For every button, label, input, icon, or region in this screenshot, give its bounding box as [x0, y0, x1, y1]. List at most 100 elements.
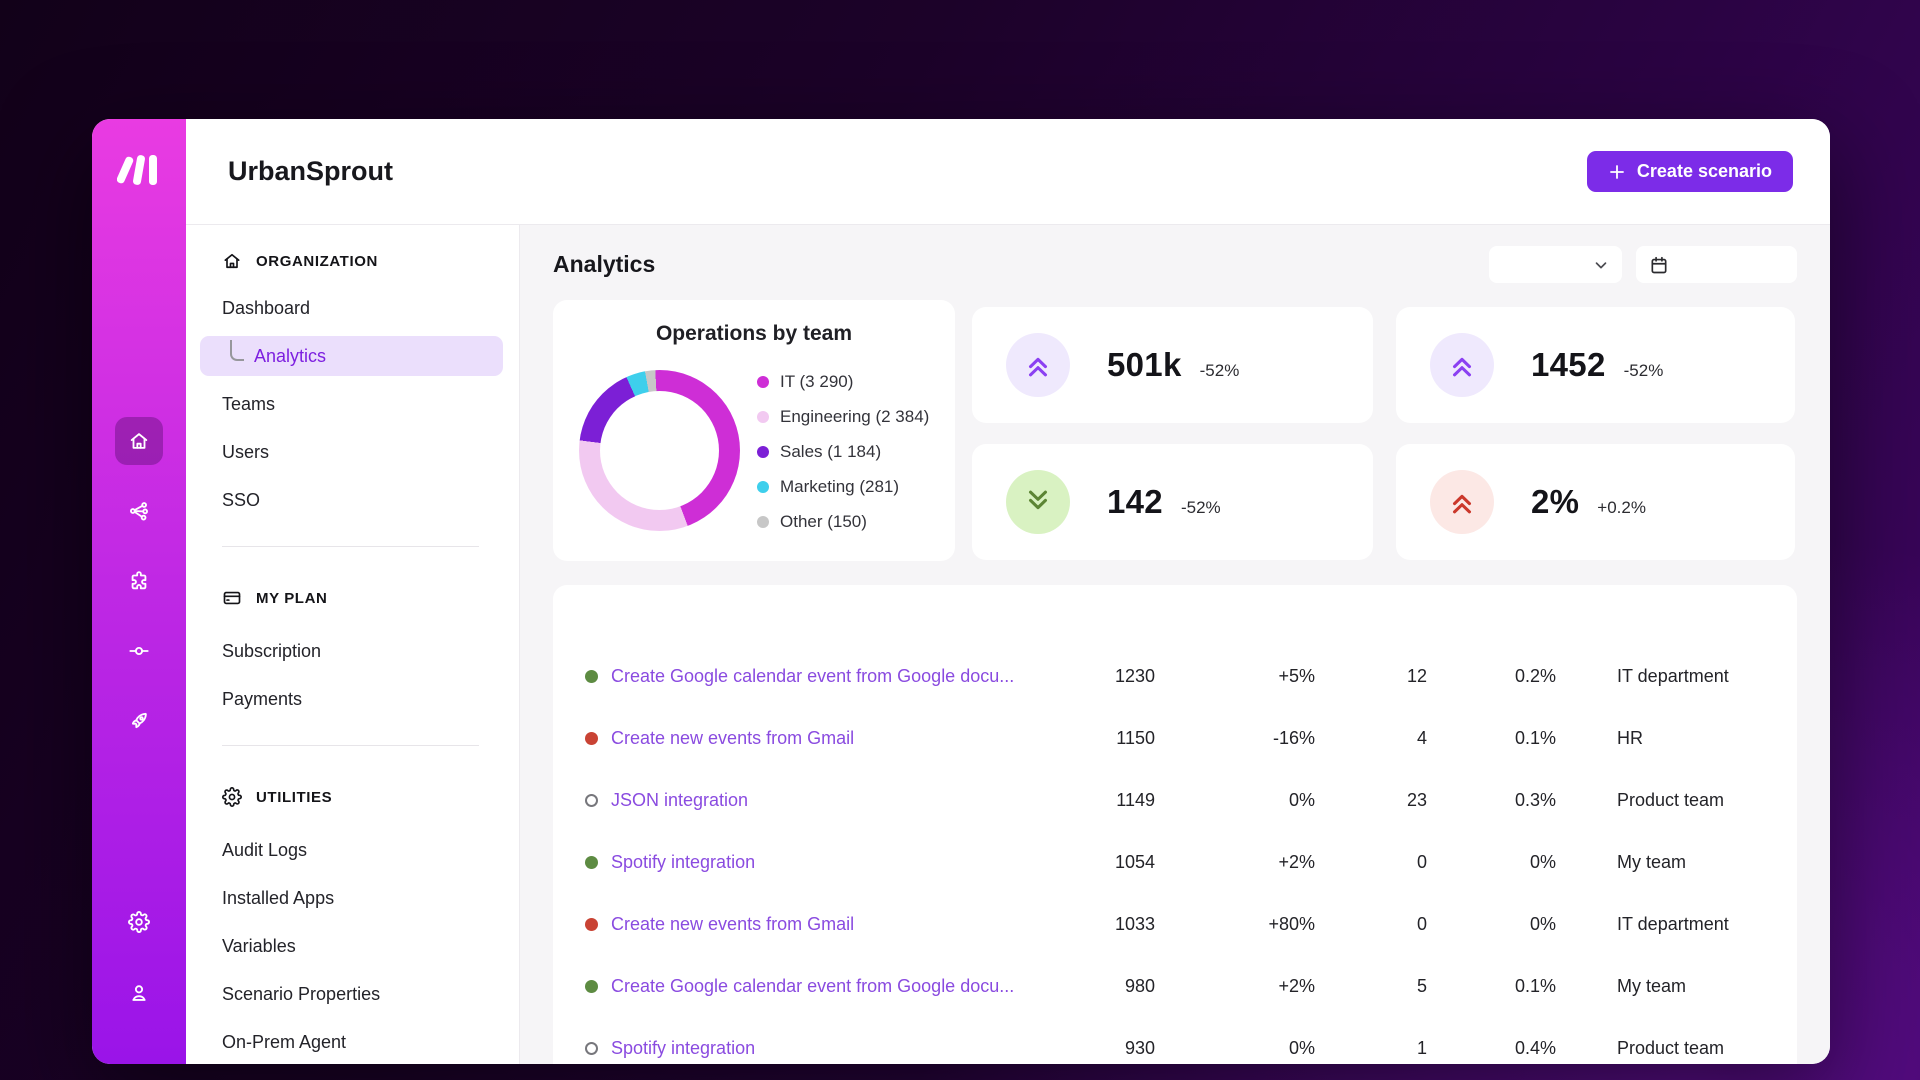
stat-value: 1452: [1531, 346, 1606, 384]
errors-cell: 1: [1315, 1038, 1427, 1059]
team-cell: HR: [1556, 728, 1797, 749]
stat-change: -52%: [1624, 361, 1664, 381]
scenario-link[interactable]: Spotify integration: [611, 1038, 755, 1059]
legend-label: Other (150): [780, 512, 867, 532]
sidebar-item-teams[interactable]: Teams: [222, 380, 519, 428]
divider: [222, 546, 479, 547]
table-row: Create Google calendar event from Google…: [553, 645, 1797, 707]
team-cell: Product team: [1556, 790, 1797, 811]
rail-commit-icon[interactable]: [119, 631, 159, 671]
error-rate-cell: 0.2%: [1427, 666, 1556, 687]
errors-cell: 4: [1315, 728, 1427, 749]
page-title: Analytics: [553, 251, 655, 278]
stat-change: -52%: [1181, 498, 1221, 518]
stat-card-error-rate: 2% +0.2%: [1396, 444, 1795, 560]
stat-value: 501k: [1107, 346, 1182, 384]
rail-share-nodes-icon[interactable]: [119, 491, 159, 531]
legend-item: Sales (1 184): [757, 434, 929, 469]
stat-value: 142: [1107, 483, 1163, 521]
chevrons-up-icon: [1430, 470, 1494, 534]
change-cell: +2%: [1155, 976, 1315, 997]
errors-cell: 0: [1315, 852, 1427, 873]
donut-chart: [579, 370, 740, 531]
stat-card-active-scenarios: 1452 -52%: [1396, 307, 1795, 423]
team-cell: My team: [1556, 852, 1797, 873]
scenario-link[interactable]: Create new events from Gmail: [611, 728, 854, 749]
tree-connector: [230, 340, 244, 361]
legend-label: Engineering (2 384): [780, 407, 929, 427]
team-cell: Product team: [1556, 1038, 1797, 1059]
sidebar-item-installed-apps[interactable]: Installed Apps: [222, 874, 519, 922]
table-row: JSON integration 1149 0% 23 0.3% Product…: [553, 769, 1797, 831]
chevrons-up-icon: [1430, 333, 1494, 397]
create-scenario-button[interactable]: Create scenario: [1587, 151, 1793, 192]
scenario-link[interactable]: Spotify integration: [611, 852, 755, 873]
rail-rocket-icon[interactable]: [119, 701, 159, 741]
chevrons-down-icon: [1006, 470, 1070, 534]
team-cell: IT department: [1556, 914, 1797, 935]
status-dot: [585, 918, 598, 931]
legend-dot: [757, 446, 769, 458]
sidebar-item-on-prem-agent[interactable]: On-Prem Agent: [222, 1018, 519, 1064]
table-row: Spotify integration 930 0% 1 0.4% Produc…: [553, 1017, 1797, 1064]
scenario-link[interactable]: Create new events from Gmail: [611, 914, 854, 935]
sidebar-item-payments[interactable]: Payments: [222, 675, 519, 723]
change-cell: +2%: [1155, 852, 1315, 873]
error-rate-cell: 0.4%: [1427, 1038, 1556, 1059]
rail-puzzle-icon[interactable]: [119, 561, 159, 601]
stat-value: 2%: [1531, 483, 1579, 521]
operations-cell: 1230: [1035, 666, 1155, 687]
error-rate-cell: 0%: [1427, 852, 1556, 873]
sidebar-item-analytics[interactable]: Analytics: [200, 336, 503, 376]
calendar-icon: [1649, 255, 1669, 275]
legend-item: Other (150): [757, 504, 929, 539]
sidebar-item-variables[interactable]: Variables: [222, 922, 519, 970]
organization-title: UrbanSprout: [228, 156, 393, 187]
sidebar-item-scenario-properties[interactable]: Scenario Properties: [222, 970, 519, 1018]
make-logo-icon: [92, 152, 186, 188]
status-dot: [585, 794, 598, 807]
section-label: ORGANIZATION: [256, 253, 378, 270]
sidebar: ORGANIZATION Dashboard Analytics Teams U…: [186, 225, 520, 1064]
scenarios-table-card: Create Google calendar event from Google…: [553, 585, 1797, 1064]
legend-label: Marketing (281): [780, 477, 899, 497]
rail-gear-icon[interactable]: [119, 902, 159, 942]
section-label: UTILITIES: [256, 789, 332, 806]
scenario-link[interactable]: Create Google calendar event from Google…: [611, 976, 1014, 997]
sidebar-item-dashboard[interactable]: Dashboard: [222, 284, 519, 332]
table-row: Spotify integration 1054 +2% 0 0% My tea…: [553, 831, 1797, 893]
section-organization: ORGANIZATION: [222, 238, 519, 284]
change-cell: +5%: [1155, 666, 1315, 687]
legend-dot: [757, 411, 769, 423]
scenario-link[interactable]: Create Google calendar event from Google…: [611, 666, 1014, 687]
period-dropdown[interactable]: [1489, 246, 1622, 283]
legend-label: Sales (1 184): [780, 442, 881, 462]
change-cell: 0%: [1155, 1038, 1315, 1059]
errors-cell: 12: [1315, 666, 1427, 687]
stats-grid: 501k -52%: [972, 307, 1795, 561]
change-cell: 0%: [1155, 790, 1315, 811]
sidebar-item-subscription[interactable]: Subscription: [222, 627, 519, 675]
sidebar-item-audit-logs[interactable]: Audit Logs: [222, 826, 519, 874]
errors-cell: 5: [1315, 976, 1427, 997]
legend-dot: [757, 481, 769, 493]
section-my-plan: MY PLAN: [222, 575, 519, 621]
legend-dot: [757, 376, 769, 388]
change-cell: -16%: [1155, 728, 1315, 749]
sidebar-item-sso[interactable]: SSO: [222, 476, 519, 524]
gear-icon: [222, 787, 242, 807]
error-rate-cell: 0.1%: [1427, 728, 1556, 749]
stat-card-operations: 501k -52%: [972, 307, 1373, 423]
team-cell: My team: [1556, 976, 1797, 997]
rail-user-icon[interactable]: [119, 973, 159, 1013]
errors-cell: 0: [1315, 914, 1427, 935]
stat-change: +0.2%: [1597, 498, 1646, 518]
errors-cell: 23: [1315, 790, 1427, 811]
sidebar-item-users[interactable]: Users: [222, 428, 519, 476]
chevron-down-icon: [1592, 256, 1610, 274]
rail-home-icon[interactable]: [115, 417, 163, 465]
table-body: Create Google calendar event from Google…: [553, 645, 1797, 1064]
status-dot: [585, 732, 598, 745]
scenario-link[interactable]: JSON integration: [611, 790, 748, 811]
date-picker-button[interactable]: [1636, 246, 1797, 283]
